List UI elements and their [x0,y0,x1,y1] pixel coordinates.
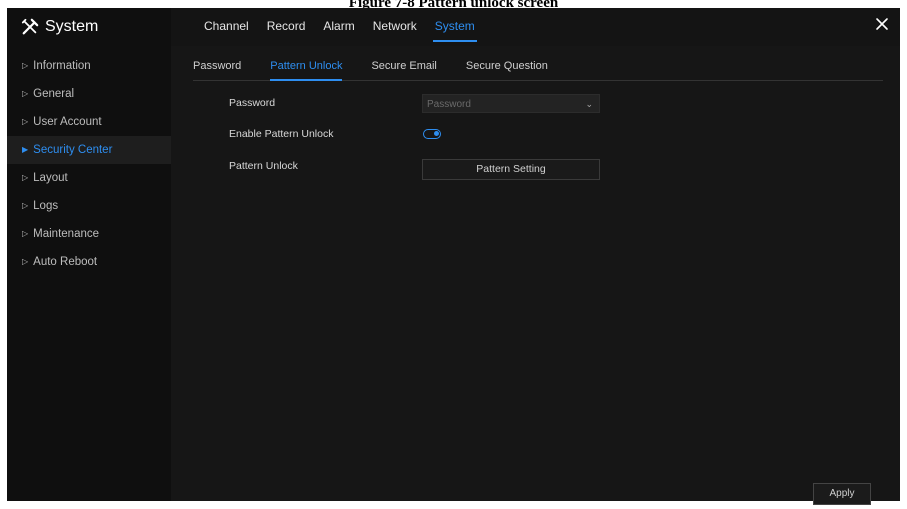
sidebar-item-label: General [33,88,75,100]
sidebar-item-layout[interactable]: ▷ Layout [7,164,171,192]
sidebar-item-auto-reboot[interactable]: ▷ Auto Reboot [7,248,171,276]
tab-channel[interactable]: Channel [195,8,258,46]
sidebar-item-label: Layout [33,172,68,184]
top-navigation: Channel Record Alarm Network System [195,8,484,46]
sidebar-item-label: Auto Reboot [33,256,98,268]
triangle-right-icon: ▷ [22,173,29,182]
pattern-setting-button[interactable]: Pattern Setting [422,159,600,180]
sidebar-item-maintenance[interactable]: ▷ Maintenance [7,220,171,248]
app-title-label: System [45,18,99,35]
sidebar-item-information[interactable]: ▷ Information [7,52,171,80]
main-content: Password Pattern Unlock Secure Email Sec… [171,46,900,505]
tools-icon [21,18,39,35]
chevron-down-icon: ⌄ [585,99,593,109]
tab-network[interactable]: Network [364,8,426,46]
password-select-value: Password [427,99,471,110]
subtab-pattern-unlock[interactable]: Pattern Unlock [270,60,343,81]
subtab-secure-question[interactable]: Secure Question [466,60,548,79]
sidebar-item-user-account[interactable]: ▷ User Account [7,108,171,136]
apply-button[interactable]: Apply [813,483,871,505]
sidebar-item-logs[interactable]: ▷ Logs [7,192,171,220]
triangle-right-icon: ▷ [22,201,29,210]
subtab-password[interactable]: Password [193,60,241,79]
tab-system[interactable]: System [426,8,484,46]
triangle-right-icon: ▷ [22,61,29,70]
triangle-right-icon: ▷ [22,117,29,126]
app-title: System [21,10,98,44]
enable-pattern-unlock-toggle[interactable] [423,129,441,139]
tab-record[interactable]: Record [258,8,315,46]
sidebar-item-label: User Account [33,116,102,128]
password-select[interactable]: Password ⌄ [422,94,600,113]
triangle-right-icon: ▷ [22,229,29,238]
sidebar-menu: ▷ Information ▷ General ▷ User Account ▶ Sec… [7,52,171,276]
triangle-right-filled-icon: ▶ [22,145,29,154]
sidebar-item-label: Security Center [33,144,113,156]
tab-alarm[interactable]: Alarm [314,8,363,46]
close-icon[interactable] [872,14,892,34]
password-label: Password [229,97,276,109]
triangle-right-icon: ▷ [22,257,29,266]
enable-pattern-unlock-label: Enable Pattern Unlock [229,128,334,140]
sidebar: ▷ Information ▷ General ▷ User Account ▶ Sec… [7,8,171,501]
settings-window: ▷ Information ▷ General ▷ User Account ▶ Sec… [7,8,900,505]
triangle-right-icon: ▷ [22,89,29,98]
sidebar-item-security-center[interactable]: ▶ Security Center [7,136,171,164]
pattern-unlock-label: Pattern Unlock [229,160,298,172]
sidebar-item-label: Maintenance [33,228,100,240]
sidebar-item-general[interactable]: ▷ General [7,80,171,108]
top-header: System Channel Record Alarm Network Syst… [7,8,900,46]
subtab-secure-email[interactable]: Secure Email [371,60,436,79]
toggle-knob [434,131,439,136]
security-subtabs: Password Pattern Unlock Secure Email Sec… [193,60,883,81]
sidebar-item-label: Logs [33,200,59,212]
sidebar-item-label: Information [33,60,91,72]
